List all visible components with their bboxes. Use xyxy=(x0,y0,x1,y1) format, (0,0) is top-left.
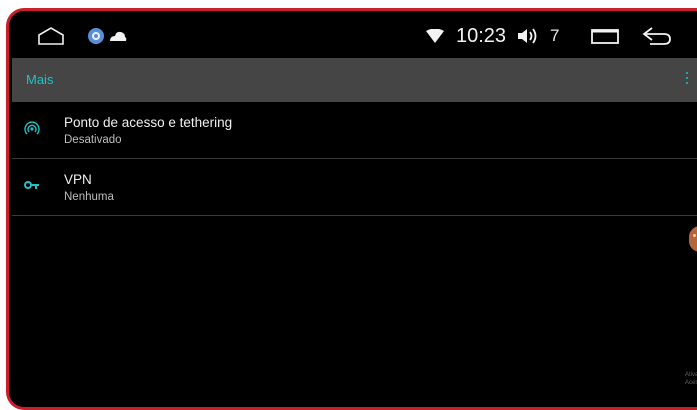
setting-title: Ponto de acesso e tethering xyxy=(64,115,233,130)
settings-list: Ponto de acesso e tethering Desativado V… xyxy=(12,102,697,216)
app-bar: Mais xyxy=(12,58,697,102)
watermark-line-1: Ativar xyxy=(685,372,697,378)
cloud-icon xyxy=(108,14,130,58)
screen: 10:23 7 Mais Ponto de acesso e tethering… xyxy=(12,14,697,407)
back-icon[interactable] xyxy=(640,14,674,58)
volume-level: 7 xyxy=(550,26,560,45)
watermark-line-2: Acesse xyxy=(685,380,697,386)
app-icon[interactable] xyxy=(86,14,108,58)
setting-subtitle: Desativado xyxy=(64,134,122,146)
clock-time: 10:23 xyxy=(456,24,507,47)
status-bar: 10:23 7 xyxy=(12,14,697,58)
activation-watermark: Ativar Acesse xyxy=(685,371,697,387)
setting-title: VPN xyxy=(64,172,92,187)
overflow-menu-icon[interactable] xyxy=(685,72,689,88)
hotspot-icon xyxy=(24,120,40,136)
setting-subtitle: Nenhuma xyxy=(64,191,114,203)
home-icon[interactable] xyxy=(36,14,66,58)
volume-icon[interactable] xyxy=(516,14,542,58)
device-frame: 10:23 7 Mais Ponto de acesso e tethering… xyxy=(0,0,697,410)
page-title: Mais xyxy=(26,72,54,87)
setting-vpn[interactable]: VPN Nenhuma xyxy=(12,159,697,216)
device-bezel: 10:23 7 Mais Ponto de acesso e tethering… xyxy=(6,8,697,410)
floating-assistive-button[interactable] xyxy=(689,226,697,252)
setting-hotspot-tethering[interactable]: Ponto de acesso e tethering Desativado xyxy=(12,102,697,159)
wifi-icon xyxy=(426,14,446,58)
recents-icon[interactable] xyxy=(590,14,620,58)
key-icon xyxy=(24,177,40,193)
